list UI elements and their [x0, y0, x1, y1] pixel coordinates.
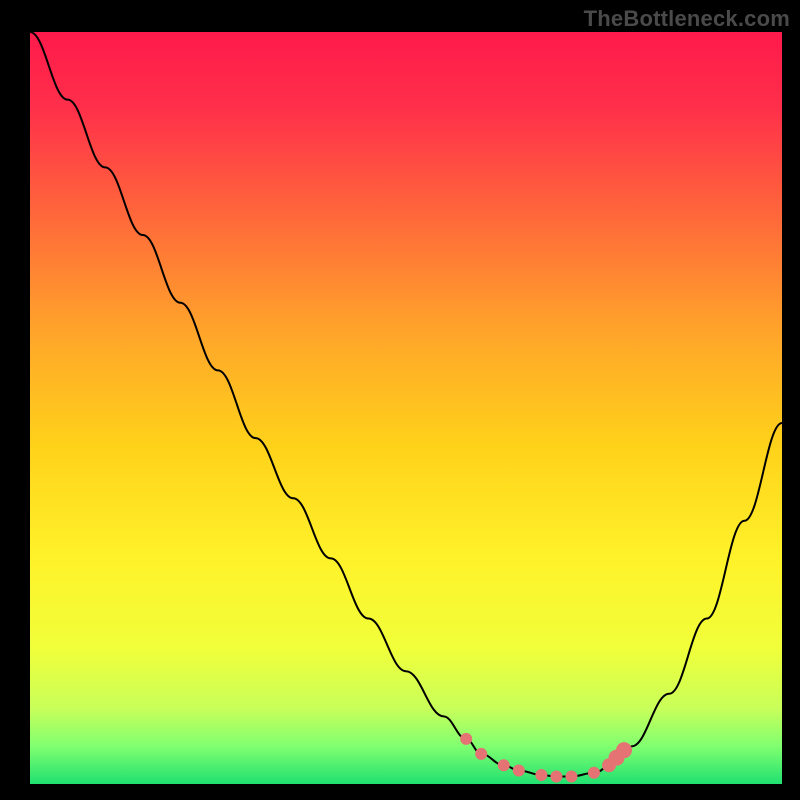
marker-point: [498, 759, 510, 771]
marker-point: [513, 764, 525, 776]
bottleneck-chart: [0, 0, 800, 800]
watermark-text: TheBottleneck.com: [584, 6, 790, 32]
marker-point: [475, 748, 487, 760]
marker-point: [565, 770, 577, 782]
marker-point: [535, 769, 547, 781]
marker-point: [460, 733, 472, 745]
marker-point: [616, 742, 632, 758]
chart-container: TheBottleneck.com: [0, 0, 800, 800]
marker-point: [550, 770, 562, 782]
marker-point: [588, 767, 600, 779]
